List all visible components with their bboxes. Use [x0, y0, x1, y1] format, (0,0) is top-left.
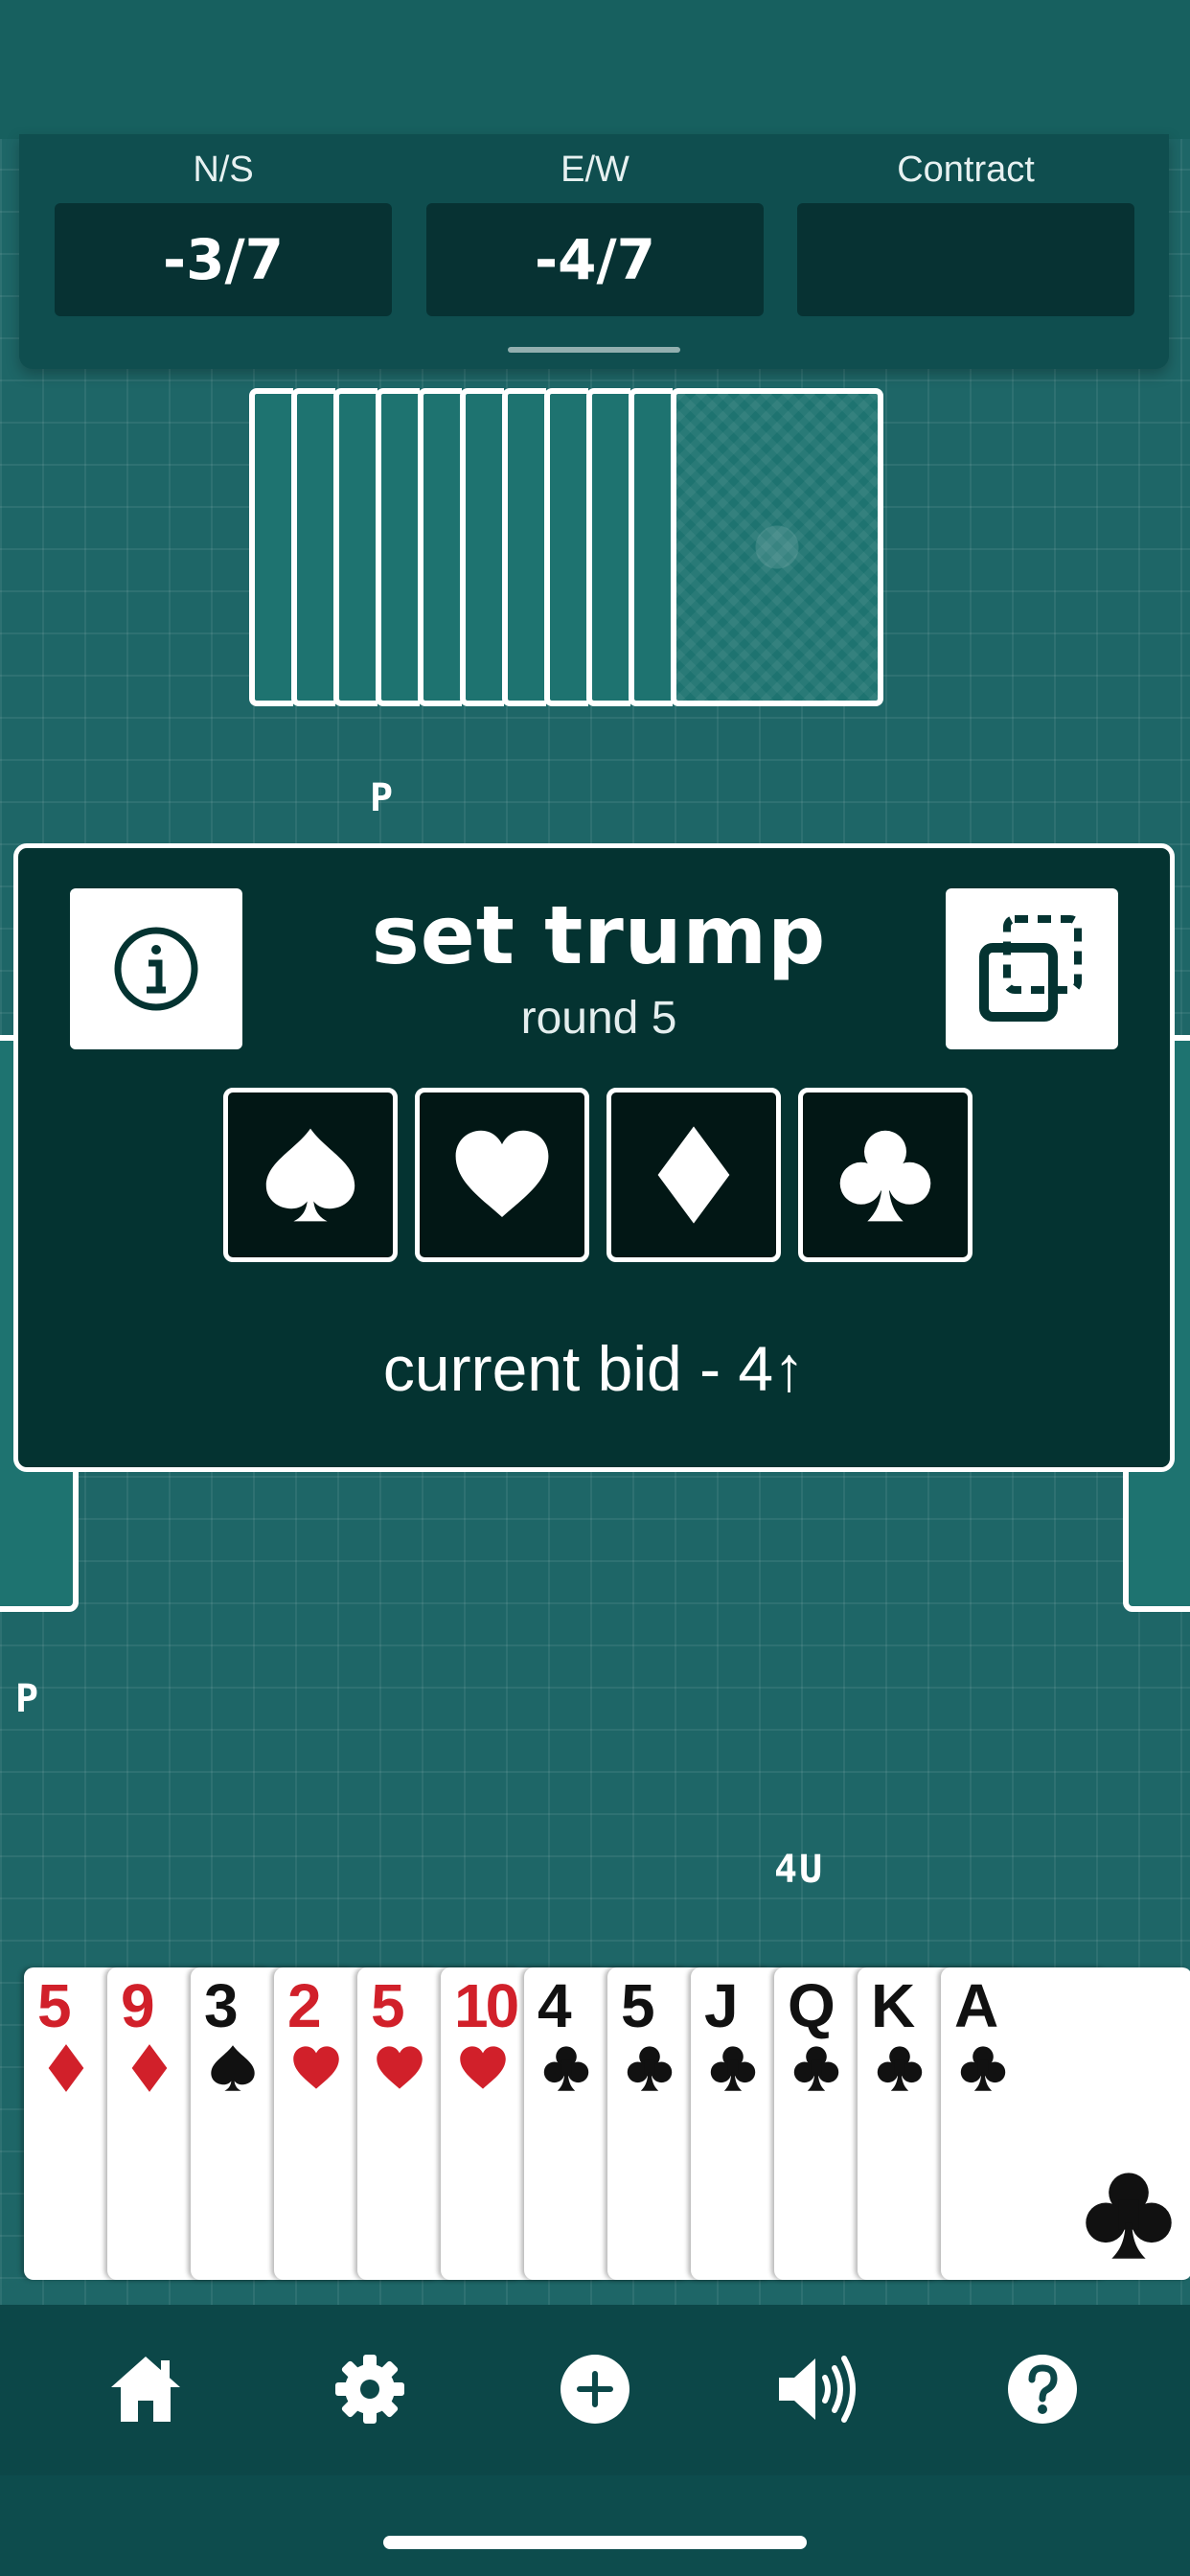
score-ew-label: E/W [561, 150, 629, 190]
north-card-back [333, 388, 378, 706]
north-card-back [629, 388, 673, 706]
card-rank: 10 [454, 1971, 519, 2040]
north-card-back [544, 388, 588, 706]
north-card-back [671, 388, 883, 706]
north-card-back [418, 388, 462, 706]
card-rank: Q [788, 1971, 835, 2040]
north-card-back [502, 388, 546, 706]
settings-button[interactable] [322, 2341, 418, 2437]
south-bid-label: 4U [774, 1848, 825, 1892]
suit-choices [223, 1088, 974, 1266]
sound-button[interactable] [770, 2341, 866, 2437]
info-icon [114, 927, 198, 1011]
card-rank: J [704, 1971, 739, 2040]
north-card-back [376, 388, 420, 706]
speaker-icon [779, 2356, 856, 2423]
score-ns: N/S -3/7 [55, 134, 392, 316]
north-card-back [586, 388, 630, 706]
card-rank: 5 [37, 1971, 72, 2040]
diamond-icon [131, 2044, 168, 2092]
current-bid-text: current bid - 4↑ [382, 1333, 806, 1404]
bottom-nav [0, 2305, 1190, 2475]
club-icon [839, 1130, 931, 1222]
dialog-round: round 5 [520, 993, 677, 1044]
north-card-back [249, 388, 293, 706]
trump-club-button[interactable] [798, 1088, 973, 1262]
club-icon [877, 2046, 923, 2091]
contract: Contract [797, 134, 1134, 316]
top-bar [0, 0, 1190, 139]
diamond-icon [48, 2044, 84, 2092]
north-hand [249, 388, 941, 706]
heart-icon [460, 2046, 506, 2089]
trump-spade-button[interactable] [223, 1088, 398, 1262]
north-bid-label: P [370, 776, 396, 820]
spade-icon [211, 2045, 255, 2091]
club-icon [793, 2046, 839, 2091]
spade-icon [265, 1128, 355, 1222]
help-icon [1008, 2355, 1077, 2424]
card-rank: K [871, 1971, 915, 2040]
player-hand: 5 9 3 2 5 10 4 5 J Q K A [24, 1967, 1190, 2284]
north-card-back [291, 388, 335, 706]
contract-label: Contract [897, 150, 1035, 190]
add-button[interactable] [547, 2341, 643, 2437]
toggle-view-button[interactable] [946, 888, 1118, 1049]
set-trump-dialog: set trump round 5 current bid - 4↑ [13, 843, 1175, 1472]
club-icon [627, 2046, 673, 2091]
help-button[interactable] [995, 2341, 1090, 2437]
dialog-title: set trump [371, 888, 827, 982]
club-icon [710, 2046, 756, 2091]
system-home-bar [0, 2475, 1190, 2576]
card-rank: 5 [621, 1971, 655, 2040]
hand-card-a-club[interactable]: A [941, 1967, 1190, 2280]
home-icon [111, 2357, 180, 2422]
north-card-back [460, 388, 504, 706]
club-icon [960, 2046, 1006, 2091]
card-rank: 4 [538, 1971, 572, 2040]
home-button[interactable] [98, 2341, 194, 2437]
west-bid-label: P [15, 1677, 41, 1721]
contract-value [797, 203, 1134, 316]
heart-icon [377, 2046, 423, 2089]
score-ew-value: -4/7 [426, 203, 764, 316]
card-rank: 9 [121, 1971, 155, 2040]
club-icon [1086, 2173, 1172, 2259]
diamond-icon [657, 1126, 730, 1224]
card-rank: 2 [287, 1971, 322, 2040]
home-indicator[interactable] [383, 2536, 807, 2549]
heart-icon [455, 1130, 549, 1217]
club-icon [543, 2046, 589, 2091]
score-ns-value: -3/7 [55, 203, 392, 316]
copy-layers-icon [979, 915, 1082, 1022]
card-rank: A [954, 1971, 998, 2040]
gear-icon [335, 2355, 404, 2424]
score-ns-label: N/S [193, 150, 254, 190]
card-rank: 3 [204, 1971, 239, 2040]
scoreboard-panel[interactable]: N/S -3/7 E/W -4/7 Contract [19, 134, 1169, 369]
card-rank: 5 [371, 1971, 405, 2040]
add-icon [561, 2355, 629, 2424]
score-ew: E/W -4/7 [426, 134, 764, 316]
trump-diamond-button[interactable] [606, 1088, 781, 1262]
trump-heart-button[interactable] [415, 1088, 589, 1262]
heart-icon [293, 2046, 339, 2089]
panel-drag-handle[interactable] [508, 347, 680, 353]
